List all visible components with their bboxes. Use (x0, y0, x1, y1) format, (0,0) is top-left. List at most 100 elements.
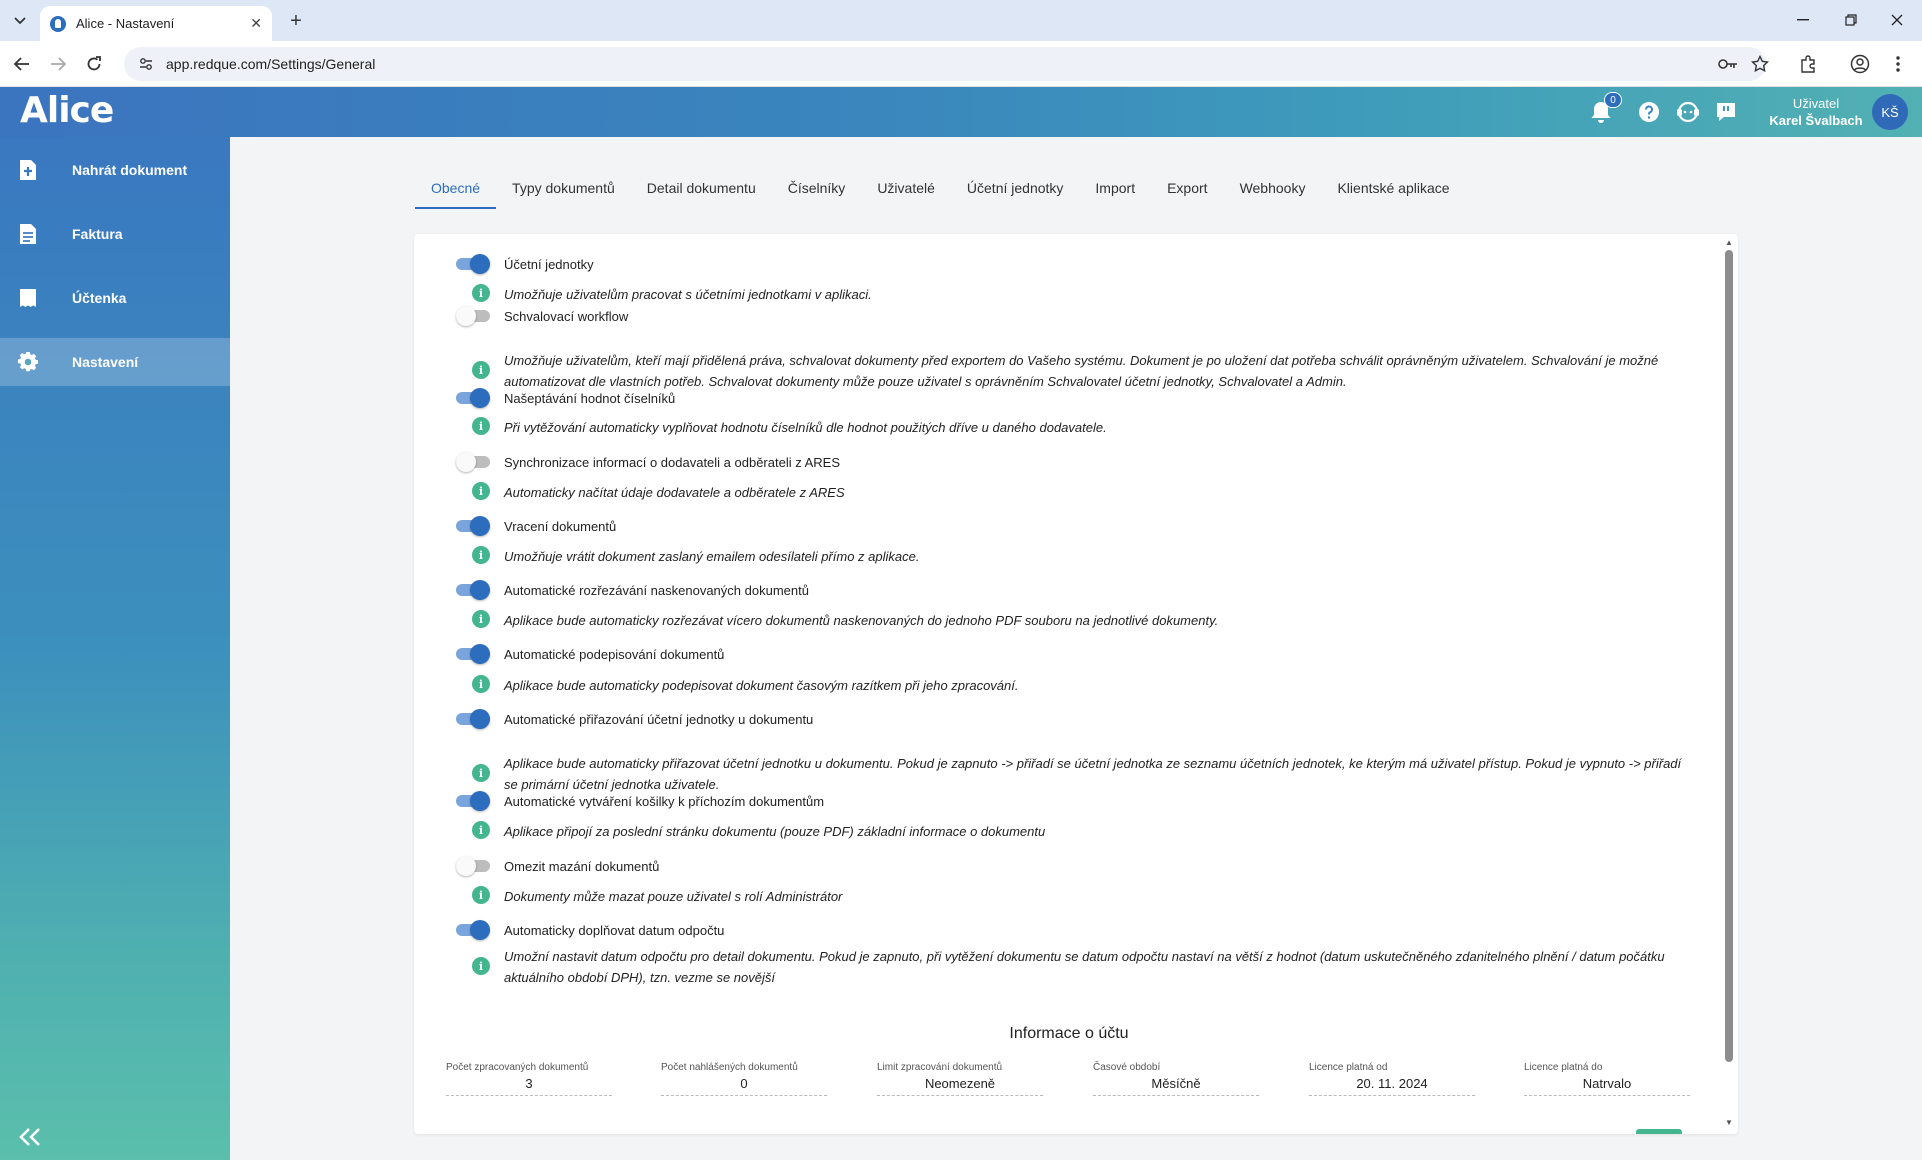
description-text: Při vytěžování automaticky vyplňovat hod… (504, 420, 1107, 435)
notification-count-badge: 0 (1604, 92, 1622, 108)
setting-label: Automatické rozřezávání naskenovaných do… (504, 582, 809, 598)
info-icon: i (472, 957, 490, 975)
setting-description: i Umožňuje uživatelům, kteří mají přiděl… (472, 350, 1692, 392)
stat-value: Měsíčně (1093, 1073, 1259, 1096)
scroll-up-arrow[interactable]: ▲ (1724, 238, 1734, 247)
stat-label: Počet nahlášených dokumentů (661, 1062, 798, 1073)
sidebar-item-settings[interactable]: Nastavení (0, 338, 230, 386)
tab-users[interactable]: Uživatelé (861, 168, 951, 208)
new-tab-button[interactable]: + (284, 9, 308, 33)
toggle-accounting-units[interactable] (456, 254, 490, 274)
setting-description: i Aplikace připojí za poslední stránku d… (472, 821, 1692, 842)
setting-label: Automatické vytváření košilky k příchozí… (504, 793, 825, 809)
description-text: Umožňuje uživatelům pracovat s účetními … (504, 287, 872, 302)
bookmark-star-icon[interactable] (1748, 52, 1772, 76)
setting-label: Vracení dokumentů (504, 518, 617, 534)
toggle-approval-workflow[interactable] (456, 306, 490, 326)
settings-card: Účetní jednotky i Umožňuje uživatelům pr… (414, 234, 1738, 1134)
stat-reported-documents: Počet nahlášených dokumentů 0 (661, 1062, 827, 1096)
app-logo[interactable]: Alice (20, 90, 114, 131)
setting-row: Omezit mazání dokumentů (456, 856, 659, 876)
setting-row: Automaticky doplňovat datum odpočtu (456, 920, 724, 940)
toggle-document-return[interactable] (456, 516, 490, 536)
scroll-down-arrow[interactable]: ▼ (1724, 1118, 1734, 1127)
sidebar-item-invoice[interactable]: Faktura (0, 210, 230, 258)
setting-row: Automatické podepisování dokumentů (456, 644, 724, 664)
sidebar-item-receipt[interactable]: Účtenka (0, 274, 230, 322)
stat-value: Natrvalo (1524, 1073, 1690, 1096)
description-text: Automaticky načítat údaje dodavatele a o… (504, 485, 845, 500)
help-button[interactable] (1636, 99, 1662, 125)
forward-button[interactable] (46, 52, 70, 76)
tab-general[interactable]: Obecné (415, 168, 497, 209)
info-icon: i (472, 546, 490, 564)
toggle-auto-assign-unit[interactable] (456, 709, 490, 729)
receipt-icon (18, 287, 38, 309)
address-bar[interactable]: app.redque.com/Settings/General (124, 47, 1766, 81)
user-role-label: Uživatel (1792, 96, 1840, 111)
support-icon (1677, 101, 1699, 123)
setting-label: Schvalovací workflow (504, 308, 629, 324)
toggle-restrict-deletion[interactable] (456, 856, 490, 876)
user-info[interactable]: Uživatel Karel Švalbach (1756, 95, 1876, 129)
avatar[interactable]: KŠ (1872, 94, 1908, 130)
setting-row: Vracení dokumentů (456, 516, 616, 536)
toggle-ares-sync[interactable] (456, 452, 490, 472)
sidebar-item-upload-document[interactable]: Nahrát dokument (0, 146, 230, 194)
toggle-cover-sheet[interactable] (456, 791, 490, 811)
sidebar-item-label: Účtenka (72, 290, 127, 306)
sidebar-item-label: Faktura (72, 226, 123, 242)
description-text: Dokumenty může mazat pouze uživatel s ro… (504, 889, 843, 904)
tab-export[interactable]: Export (1151, 168, 1223, 208)
tab-webhooks[interactable]: Webhooky (1224, 168, 1322, 208)
setting-row: Automatické vytváření košilky k příchozí… (456, 791, 824, 811)
tab-import[interactable]: Import (1079, 168, 1151, 208)
minimize-button[interactable] (1788, 8, 1818, 32)
back-button[interactable] (10, 52, 34, 76)
collapse-sidebar-button[interactable] (18, 1126, 44, 1150)
stat-value: Neomezeně (877, 1073, 1043, 1096)
sidebar-item-label: Nahrát dokument (72, 162, 188, 178)
info-icon: i (472, 675, 490, 693)
description-text: Aplikace bude automaticky podepisovat do… (504, 678, 1019, 693)
feedback-button[interactable] (1713, 99, 1739, 125)
tab-client-apps[interactable]: Klientské aplikace (1321, 168, 1465, 208)
extensions-icon[interactable] (1796, 52, 1820, 76)
arrow-left-icon (14, 57, 29, 71)
support-button[interactable] (1675, 99, 1701, 125)
setting-description: i Aplikace bude automaticky podepisovat … (472, 675, 1692, 696)
close-tab-icon[interactable]: ✕ (250, 15, 262, 32)
tab-document-detail[interactable]: Detail dokumentu (631, 168, 772, 208)
toggle-deduction-date[interactable] (456, 920, 490, 940)
url-text: app.redque.com/Settings/General (166, 56, 376, 72)
browser-toolbar: app.redque.com/Settings/General (0, 41, 1922, 87)
browser-tab[interactable]: Alice - Nastavení ✕ (40, 6, 272, 41)
stat-time-period: Časové období Měsíčně (1093, 1062, 1259, 1096)
description-text: Aplikace bude automaticky přiřazovat úče… (504, 756, 1682, 792)
setting-label: Našeptávání hodnot číselníků (504, 390, 676, 406)
close-window-button[interactable] (1882, 8, 1912, 32)
stat-value: 0 (661, 1073, 827, 1096)
stat-value: 20. 11. 2024 (1309, 1073, 1475, 1096)
toggle-auto-signing[interactable] (456, 644, 490, 664)
tab-accounting-units[interactable]: Účetní jednotky (951, 168, 1080, 208)
browser-menu-icon[interactable] (1886, 52, 1910, 76)
site-info-icon[interactable] (138, 56, 154, 72)
password-key-icon[interactable] (1716, 52, 1740, 76)
tab-document-types[interactable]: Typy dokumentů (496, 168, 631, 208)
description-text: Umožňuje vrátit dokument zaslaný emailem… (504, 549, 920, 564)
tab-search-button[interactable] (8, 9, 32, 33)
setting-description: i Dokumenty může mazat pouze uživatel s … (472, 886, 1692, 907)
tab-codelists[interactable]: Číselníky (772, 168, 862, 208)
restore-button[interactable] (1836, 8, 1866, 32)
info-icon: i (472, 610, 490, 628)
reload-button[interactable] (82, 52, 106, 76)
gear-icon (18, 351, 38, 373)
sidebar: Nahrát dokument Faktura Účtenka Nastaven… (0, 137, 230, 1160)
save-button[interactable] (1636, 1129, 1682, 1134)
stat-processing-limit: Limit zpracování dokumentů Neomezeně (877, 1062, 1043, 1096)
toggle-auto-split[interactable] (456, 580, 490, 600)
profile-icon[interactable] (1848, 52, 1872, 76)
scrollbar-thumb[interactable] (1725, 250, 1733, 1062)
toggle-codelist-suggestions[interactable] (456, 388, 490, 408)
